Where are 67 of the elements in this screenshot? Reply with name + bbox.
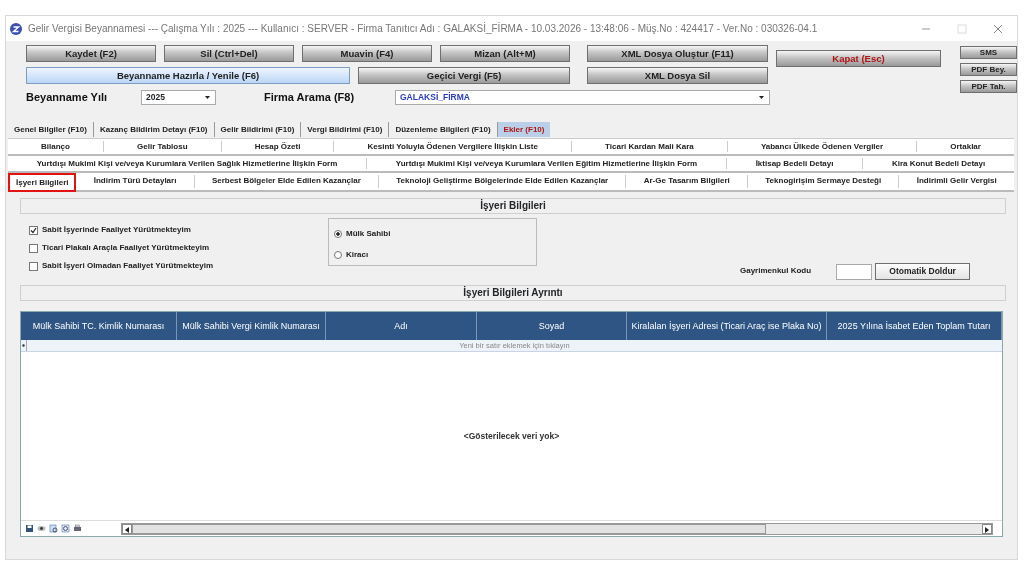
window-title: Gelir Vergisi Beyannamesi --- Çalışma Yılı : 2025 --- Kullanıcı : SERVER - Firma Tanıtıcı Adı : GALAKSİ_FİRMA - 10.03.2026 - 13:48:06 - Müş.No : 424417 - Ver.No : 030326-04.1 — [28, 21, 819, 36]
subtab[interactable]: Teknogirişim Sermaye Desteği — [748, 175, 900, 188]
radio-button[interactable] — [334, 251, 342, 259]
subtab[interactable]: Gelir Tablosu — [104, 141, 222, 152]
subtab[interactable]: Kira Konut Bedeli Detayı — [863, 158, 1014, 169]
property-code-label: Gayrimenkul Kodu — [740, 265, 812, 277]
checkbox-label: Sabit İşyeri Olmadan Faaliyet Yürütmekteyim — [42, 260, 214, 272]
tab[interactable]: Kazanç Bildirim Detayı (F10) — [93, 122, 215, 137]
toolbar-button[interactable]: Geçici Vergi (F5) — [358, 67, 570, 84]
close-button[interactable]: Kapat (Esc) — [776, 50, 941, 67]
toolbar-button[interactable]: Mizan (Alt+M) — [440, 45, 570, 62]
scroll-left-icon[interactable] — [122, 523, 132, 534]
app-logo-icon — [10, 22, 22, 35]
toolbar-button[interactable]: Beyanname Hazırla / Yenile (F6) — [26, 67, 351, 84]
side-button[interactable]: SMS — [960, 46, 1017, 59]
subtab[interactable]: Kesinti Yoluyla Ödenen Vergilere İlişkin Liste — [334, 141, 572, 152]
empty-message: <Gösterilecek veri yok> — [463, 429, 560, 443]
subtab[interactable]: Yurtdışı Mukimi Kişi ve/veya Kurumlara Verilen Eğitim Hizmetlerine İlişkin Form — [367, 158, 727, 169]
company-dropdown[interactable]: GALAKSİ_FİRMA — [395, 89, 770, 105]
radio-label: Mülk Sahibi — [346, 228, 391, 240]
subtab[interactable]: Ortaklar — [917, 141, 1014, 152]
tab[interactable]: Vergi Bildirimi (F10) — [301, 122, 390, 137]
print-icon[interactable] — [73, 524, 82, 533]
radio-button[interactable] — [334, 230, 342, 238]
document-search-icon[interactable] — [49, 524, 58, 533]
checkbox[interactable] — [29, 243, 38, 253]
checkbox[interactable] — [29, 225, 38, 235]
subtab[interactable]: Teknoloji Geliştirme Bölgelerinde Elde Edilen Kazançlar — [379, 175, 627, 188]
company-search-label: Firma Arama (F8) — [264, 89, 356, 105]
section-header: İşyeri Bilgileri — [20, 198, 1006, 214]
scrollbar-thumb[interactable] — [132, 523, 766, 534]
year-label: Beyanname Yılı — [26, 89, 109, 105]
tab[interactable]: Ekler (F10) — [497, 122, 551, 137]
checkbox-label: Ticari Plakalı Araçla Faaliyet Yürütmekteyim — [42, 242, 210, 254]
side-button[interactable]: PDF Tah. — [960, 80, 1017, 93]
subtab[interactable]: İktisap Bedeli Detayı — [726, 158, 864, 169]
horizontal-scrollbar[interactable] — [121, 522, 993, 535]
side-button[interactable]: PDF Bey. — [960, 63, 1017, 76]
subtab[interactable]: Ticari Kardan Mali Kara — [572, 141, 728, 152]
checkbox[interactable] — [29, 261, 38, 271]
save-icon[interactable] — [25, 524, 34, 533]
subtab[interactable]: Yabancı Ülkede Ödenen Vergiler — [727, 141, 918, 152]
checkbox-label: Sabit İşyerinde Faaliyet Yürütmekteyim — [42, 224, 191, 236]
subtab[interactable]: Hesap Özeti — [221, 141, 335, 152]
tab[interactable]: Gelir Bildirimi (F10) — [214, 122, 302, 137]
subtab[interactable]: Bilanço — [8, 141, 104, 152]
radio-label: Kiracı — [346, 249, 369, 261]
property-code-field[interactable] — [836, 264, 873, 280]
autofill-button[interactable]: Otomatik Doldur — [875, 263, 971, 280]
subtab[interactable]: İndirim Türü Detayları — [76, 175, 195, 188]
eye-icon[interactable] — [37, 524, 46, 533]
toolbar-button[interactable]: Muavin (F4) — [302, 45, 432, 62]
scroll-right-icon[interactable] — [982, 523, 992, 534]
subtab[interactable]: Serbest Bölgeler Elde Edilen Kazançlar — [194, 175, 380, 188]
toolbar-button[interactable]: Kaydet (F2) — [26, 45, 156, 62]
row-indicator-icon — [21, 340, 27, 351]
year-dropdown[interactable]: 2025 — [141, 89, 216, 105]
xml-button[interactable]: XML Dosya Oluştur (F11) — [587, 45, 768, 62]
subtab[interactable]: Ar-Ge Tasarım Bilgileri — [626, 175, 749, 188]
subtab[interactable]: İşyeri Bilgileri — [8, 173, 77, 192]
section-header: İşyeri Bilgileri Ayrıntı — [20, 285, 1006, 301]
xml-button[interactable]: XML Dosya Sil — [587, 67, 768, 84]
subtab[interactable]: İndirimli Gelir Vergisi — [899, 175, 1014, 188]
subtab[interactable]: Yurtdışı Mukimi Kişi ve/veya Kurumlara Verilen Sağlık Hizmetlerine İlişkin Form — [8, 158, 367, 169]
tab[interactable]: Düzenleme Bilgileri (F10) — [389, 122, 498, 137]
toolbar-button[interactable]: Sil (Ctrl+Del) — [164, 45, 294, 62]
tab[interactable]: Genel Bilgiler (F10) — [8, 122, 94, 137]
